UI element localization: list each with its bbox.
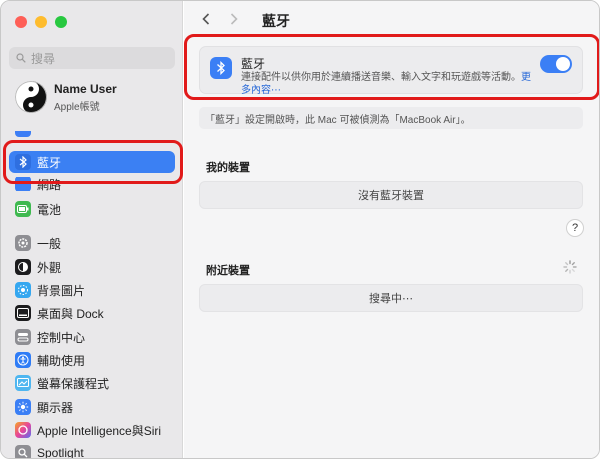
help-button[interactable]: ? [566,219,584,237]
search-icon [16,53,26,63]
sidebar-item-control-center[interactable]: 控制中心 [9,326,175,348]
siri-icon [15,422,31,438]
sidebar: 搜尋 Name User Apple帳號 藍牙 網路 電池 一般 外觀 背景圖片… [1,1,183,459]
spotlight-icon [15,445,31,458]
page-title: 藍牙 [262,13,290,29]
forward-button[interactable] [230,12,248,30]
my-devices-title: 我的裝置 [206,162,250,174]
settings-window: 搜尋 Name User Apple帳號 藍牙 網路 電池 一般 外觀 背景圖片… [0,0,600,459]
sidebar-item-accessibility[interactable]: 輔助使用 [9,349,175,371]
wallpaper-icon [15,282,31,298]
close-window-button[interactable] [15,16,27,28]
sidebar-item-appearance[interactable]: 外觀 [9,256,175,278]
dock-icon [15,305,31,321]
sidebar-item-label: 桌面與 Dock [37,306,104,321]
sidebar-item-dock[interactable]: 桌面與 Dock [9,302,175,324]
sidebar-item-label: 電池 [37,202,62,217]
screensaver-icon [15,375,31,391]
highlight-ring [3,140,183,184]
user-subtitle: Apple帳號 [54,101,100,113]
minimize-window-button[interactable] [35,16,47,28]
sidebar-item-label: 背景圖片 [37,283,86,298]
sidebar-item-siri[interactable]: Apple Intelligence與Siri [9,419,175,441]
battery-icon [15,201,31,217]
accessibility-icon [15,352,31,368]
sidebar-item-label: 顯示器 [37,400,74,415]
sidebar-item-general[interactable]: 一般 [9,232,175,254]
user-name: Name User [54,81,117,96]
sidebar-item-label: 一般 [37,236,62,251]
sidebar-item-display[interactable]: 顯示器 [9,396,175,418]
user-account[interactable]: Name User Apple帳號 [15,81,117,113]
display-icon [15,399,31,415]
yin-yang-icon [15,81,47,113]
chevron-left-icon [202,13,210,25]
appearance-icon [15,259,31,275]
sidebar-item-label: 外觀 [37,260,62,275]
sidebar-item-battery[interactable]: 電池 [9,198,175,220]
highlight-ring [184,34,599,100]
sidebar-item-label: 螢幕保護程式 [37,376,110,391]
sidebar-item-screensaver[interactable]: 螢幕保護程式 [9,372,175,394]
my-devices-list: 沒有藍牙裝置 [199,181,583,209]
sidebar-item-label: Spotlight [37,446,84,459]
zoom-window-button[interactable] [55,16,67,28]
avatar [15,81,47,113]
back-button[interactable] [202,12,220,30]
sidebar-item-wallpaper[interactable]: 背景圖片 [9,279,175,301]
sidebar-item-label: 輔助使用 [37,353,86,368]
main-pane: 藍牙 藍牙 連接配件以供你用於連續播送音樂、輸入文字和玩遊戲等活動。更多內容⋯ … [184,1,599,458]
loading-spinner-icon [563,260,577,274]
window-controls [15,16,67,28]
sidebar-item-spotlight[interactable]: Spotlight [9,442,175,459]
search-placeholder: 搜尋 [31,51,56,66]
gear-icon [15,235,31,251]
chevron-right-icon [230,13,238,25]
nearby-devices-title: 附近裝置 [206,265,250,277]
control-center-icon [15,329,31,345]
sidebar-item-label: 控制中心 [37,330,86,345]
discoverable-note: 「藍牙」設定開啟時，此 Mac 可被偵測為「MacBook Air」。 [199,107,583,129]
sidebar-item-label: Apple Intelligence與Siri [37,423,162,438]
sidebar-item-partial [15,131,31,137]
nearby-devices-list: 搜尋中⋯ [199,284,583,312]
search-input[interactable]: 搜尋 [9,47,175,69]
